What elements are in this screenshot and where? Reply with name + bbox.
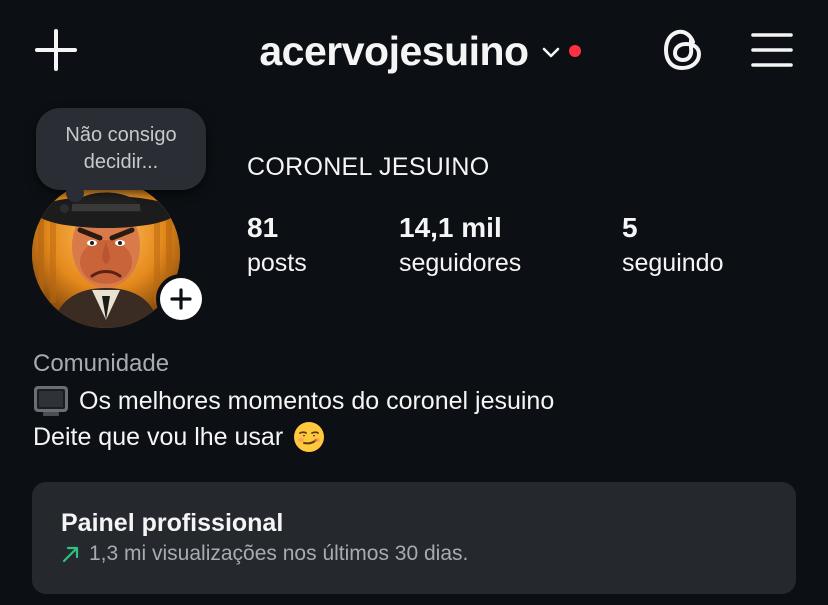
- dashboard-title: Painel profissional: [61, 509, 284, 537]
- stat-value: 81: [247, 212, 279, 243]
- profile-category: Comunidade: [33, 350, 170, 377]
- stat-value: 14,1 mil: [399, 212, 502, 243]
- hamburger-menu-icon[interactable]: [750, 30, 794, 70]
- bio-line: Deite que vou lhe usar: [33, 421, 325, 453]
- profile-page: acervojesuino Não consigo decidir... COR…: [0, 0, 828, 605]
- threads-icon[interactable]: [660, 26, 706, 74]
- display-name: CORONEL JESUINO: [247, 153, 490, 181]
- username[interactable]: acervojesuino: [259, 28, 529, 75]
- trending-up-arrow-icon: [62, 546, 79, 563]
- professional-dashboard-card[interactable]: Painel profissional 1,3 mi visualizações…: [32, 482, 796, 594]
- note-bubble[interactable]: Não consigo decidir...: [36, 108, 206, 190]
- note-tail-small: [60, 204, 69, 213]
- stat-label: seguindo: [622, 249, 724, 277]
- stat-followers[interactable]: 14,1 mil seguidores: [399, 210, 521, 280]
- bio-text: Os melhores momentos do coronel jesuino: [79, 386, 555, 415]
- stat-posts[interactable]: 81 posts: [247, 210, 307, 280]
- avatar-container: [32, 180, 206, 328]
- dashboard-subtitle: 1,3 mi visualizações nos últimos 30 dias…: [61, 542, 468, 566]
- add-story-plus-icon: [160, 278, 202, 320]
- stat-following[interactable]: 5 seguindo: [622, 210, 723, 280]
- television-icon: [34, 386, 68, 416]
- bio-line: Os melhores momentos do coronel jesuino: [33, 385, 554, 417]
- stat-label: posts: [247, 249, 307, 277]
- smirk-emoji-icon: [294, 422, 325, 452]
- chevron-down-icon[interactable]: [541, 46, 561, 60]
- note-text: Não consigo decidir...: [65, 124, 177, 173]
- bio-text: Deite que vou lhe usar: [33, 422, 284, 451]
- stat-label: seguidores: [399, 249, 522, 277]
- note-tail: [66, 184, 84, 202]
- notification-dot: [568, 45, 581, 57]
- add-story-button[interactable]: [156, 274, 206, 324]
- dashboard-views-text: 1,3 mi visualizações nos últimos 30 dias…: [89, 542, 469, 565]
- stat-value: 5: [622, 212, 638, 243]
